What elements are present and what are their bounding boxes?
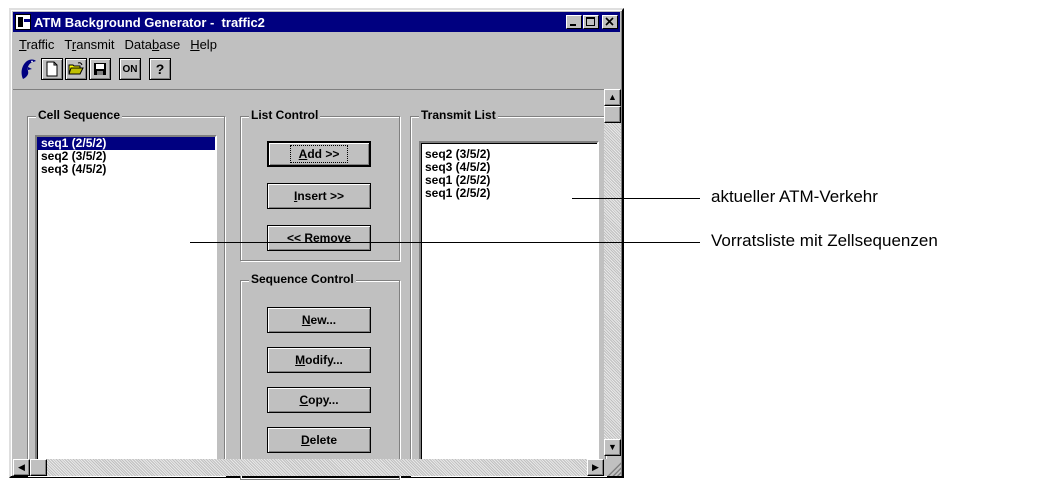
new-button[interactable]: New... xyxy=(267,307,371,333)
menu-help[interactable]: Help xyxy=(186,34,223,54)
app-icon[interactable] xyxy=(15,14,31,30)
cell-sequence-label: Cell Sequence xyxy=(36,108,123,122)
resize-grip-icon[interactable] xyxy=(604,459,621,476)
add-button-label: Add >> xyxy=(289,145,349,163)
copy-button-label: Copy... xyxy=(299,393,339,407)
horizontal-scroll-thumb[interactable] xyxy=(30,459,47,476)
modify-button-label: Modify... xyxy=(295,353,343,367)
annotation-traffic: aktueller ATM-Verkehr xyxy=(711,187,878,206)
list-item[interactable]: seq1 (2/5/2) xyxy=(421,187,597,200)
modify-button[interactable]: Modify... xyxy=(267,347,371,373)
annotation-line-top xyxy=(572,198,700,199)
horizontal-scrollbar[interactable]: ◀ ▶ xyxy=(13,459,604,476)
cell-sequence-list[interactable]: seq1 (2/5/2) seq2 (3/5/2) seq3 (4/5/2) xyxy=(35,135,217,471)
transmit-list-label: Transmit List xyxy=(419,108,498,122)
list-control-label: List Control xyxy=(249,108,321,122)
application-window: ATM Background Generator - traffic2 Traf… xyxy=(9,8,624,480)
help-icon[interactable]: ? xyxy=(149,58,171,80)
window-title: ATM Background Generator - traffic2 xyxy=(34,14,265,30)
insert-button-label: Insert >> xyxy=(293,189,345,203)
annotation-store: Vorratsliste mit Zellsequenzen xyxy=(711,231,938,250)
open-folder-icon[interactable] xyxy=(65,58,87,80)
new-file-icon[interactable] xyxy=(41,58,63,80)
annotation-line-bottom xyxy=(190,242,700,243)
window-controls xyxy=(565,15,618,29)
scroll-up-icon[interactable]: ▲ xyxy=(604,89,621,106)
close-icon[interactable] xyxy=(602,15,618,29)
minimize-icon[interactable] xyxy=(566,15,582,29)
menu-traffic[interactable]: Traffic xyxy=(15,34,60,54)
delete-button-label: Delete xyxy=(300,433,338,447)
vertical-scrollbar[interactable]: ▲ ▼ xyxy=(604,89,621,456)
dolphin-logo-icon xyxy=(21,59,36,79)
copy-button[interactable]: Copy... xyxy=(267,387,371,413)
insert-button[interactable]: Insert >> xyxy=(267,183,371,209)
on-icon[interactable]: ON xyxy=(119,58,141,80)
on-label: ON xyxy=(122,63,138,75)
scroll-left-icon[interactable]: ◀ xyxy=(13,459,30,476)
cell-sequence-group: Cell Sequence seq1 (2/5/2) seq2 (3/5/2) … xyxy=(27,108,225,476)
client-area: Cell Sequence seq1 (2/5/2) seq2 (3/5/2) … xyxy=(13,89,606,480)
add-button[interactable]: Add >> xyxy=(267,141,371,167)
vertical-scroll-thumb[interactable] xyxy=(604,106,621,123)
sequence-control-label: Sequence Control xyxy=(249,272,356,286)
help-label: ? xyxy=(155,61,165,77)
menu-transmit[interactable]: Transmit xyxy=(60,34,120,54)
transmit-list[interactable]: seq2 (3/5/2) seq3 (4/5/2) seq1 (2/5/2) s… xyxy=(419,141,599,471)
menu-bar: Traffic Transmit Database Help xyxy=(15,34,223,54)
list-control-group: List Control Add >> Insert >> << Remove xyxy=(240,108,400,261)
sequence-control-group: Sequence Control New... Modify... Copy..… xyxy=(240,272,400,480)
title-bar[interactable]: ATM Background Generator - traffic2 xyxy=(13,12,620,32)
new-button-label: New... xyxy=(301,313,337,327)
delete-button[interactable]: Delete xyxy=(267,427,371,453)
scroll-down-icon[interactable]: ▼ xyxy=(604,439,621,456)
maximize-icon[interactable] xyxy=(583,15,599,29)
toolbar: ON ? xyxy=(17,56,173,82)
scroll-right-icon[interactable]: ▶ xyxy=(587,459,604,476)
remove-button[interactable]: << Remove xyxy=(267,225,371,251)
transmit-list-group: Transmit List seq2 (3/5/2) seq3 (4/5/2) … xyxy=(410,108,606,476)
menu-database[interactable]: Database xyxy=(121,34,187,54)
save-disk-icon[interactable] xyxy=(89,58,111,80)
list-item[interactable]: seq3 (4/5/2) xyxy=(37,163,215,176)
